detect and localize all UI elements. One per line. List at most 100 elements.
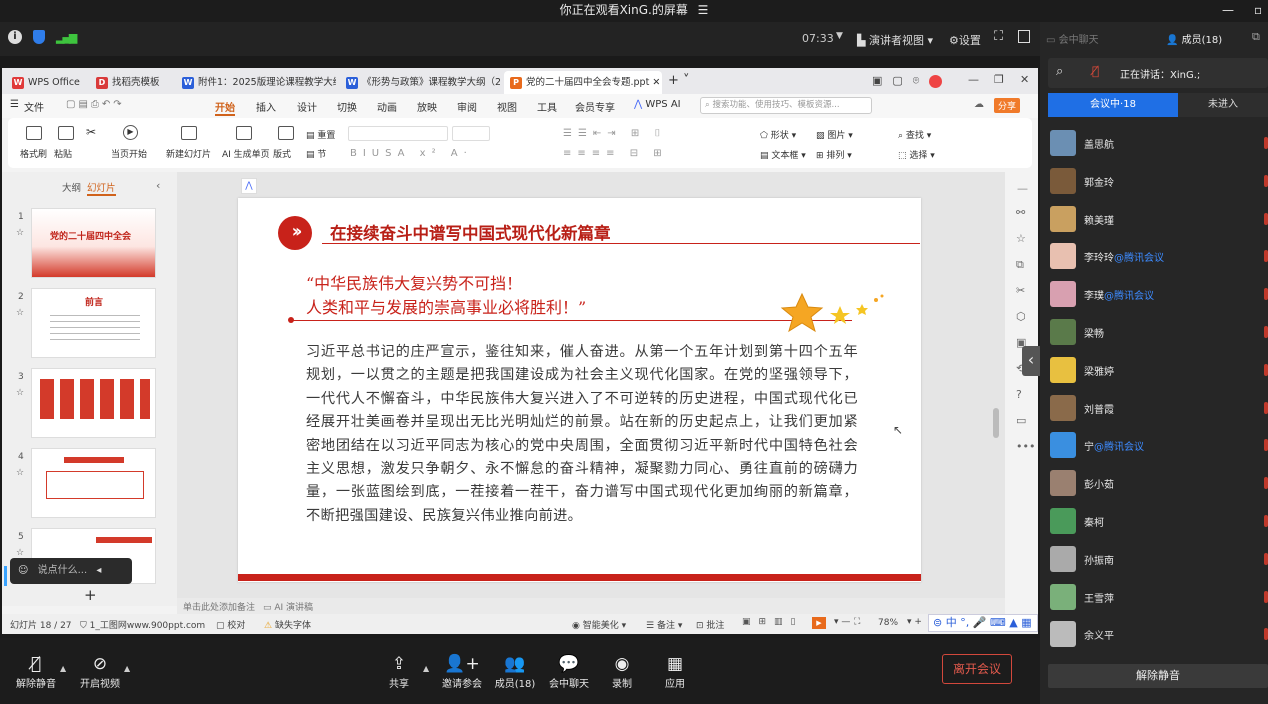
new-tab-button[interactable]: + ˅	[668, 73, 690, 88]
slide-thumbnail-1[interactable]: 党的二十届四中全会	[31, 208, 156, 278]
member-row[interactable]: 刘普霞	[1040, 390, 1268, 428]
member-row[interactable]: 余义平	[1040, 616, 1268, 654]
ime-toolbar[interactable]: ⊜ 中 °, 🎤 ⌨ ▲ ▦	[928, 614, 1038, 632]
layout-icon[interactable]	[278, 126, 294, 140]
close-window-button[interactable]: ✕	[1020, 73, 1029, 86]
chat-button[interactable]: 💬 会中聊天	[539, 653, 599, 690]
hamburger-icon[interactable]: ☰	[10, 99, 19, 110]
comment-button[interactable]: ⊡ 批注	[696, 618, 724, 631]
signal-icon[interactable]: ▂▄▆	[56, 31, 77, 44]
layout-icon[interactable]	[1018, 30, 1030, 43]
shape-button[interactable]: ⬠ 形状 ▾	[760, 128, 796, 141]
from-current-label[interactable]: 当页开始	[111, 147, 147, 160]
slides-tab[interactable]: 幻灯片	[87, 180, 116, 196]
search-icon[interactable]: ⌕	[1056, 64, 1063, 79]
star-icon[interactable]: ☆	[16, 548, 24, 558]
share-options-caret[interactable]: ▲	[423, 664, 429, 673]
format-brush-label[interactable]: 格式刷	[20, 147, 47, 160]
tab-doc-1[interactable]: W 附件1：2025版理论课程教学大纲	[176, 71, 336, 94]
sliders-icon[interactable]: ⚯	[1016, 206, 1025, 219]
tab-doc-2[interactable]: W 《形势与政策》课程教学大纲（2024	[340, 71, 500, 94]
tab-wps-office[interactable]: W WPS Office	[6, 71, 88, 94]
theme-name[interactable]: ⛉ 1_工图网www.900ppt.com	[80, 618, 205, 631]
member-row[interactable]: 郭金玲	[1040, 163, 1268, 201]
view-mode-icons[interactable]: ▣⊞▥▯	[742, 617, 804, 627]
menu-transition[interactable]: 切换	[337, 99, 357, 114]
member-row[interactable]: 王雪萍	[1040, 579, 1268, 617]
invite-button[interactable]: 👤+ 邀请参会	[432, 653, 492, 690]
notes-button[interactable]: ☰ 备注 ▾	[646, 618, 682, 631]
members-button[interactable]: 👥 成员(18)	[485, 653, 545, 690]
member-row[interactable]: 李玲玲@腾讯会议	[1040, 238, 1268, 276]
menu-insert[interactable]: 插入	[256, 99, 276, 114]
member-row[interactable]: 孙振南	[1040, 541, 1268, 579]
menu-tools[interactable]: 工具	[537, 99, 557, 114]
select-button[interactable]: ⬚ 选择 ▾	[898, 148, 935, 161]
slide-thumbnail-4[interactable]	[31, 448, 156, 518]
cut-icon[interactable]: ✂	[86, 125, 96, 139]
info-icon[interactable]: i	[8, 30, 22, 44]
member-row[interactable]: 梁畅	[1040, 314, 1268, 352]
collapse-icon[interactable]: ◂	[96, 565, 101, 576]
minimize-icon[interactable]: —	[1222, 0, 1234, 20]
tools-icon[interactable]: ✂	[1016, 284, 1025, 297]
share-button[interactable]: 分享	[994, 98, 1021, 113]
zoom-out[interactable]: ▾ —	[834, 617, 850, 627]
member-row[interactable]: 赖美瑾	[1040, 201, 1268, 239]
members-tab[interactable]: 👤 成员(18)	[1166, 31, 1222, 46]
fullscreen-icon[interactable]: ⛶	[994, 29, 1003, 44]
help-icon[interactable]: ?	[1016, 388, 1022, 401]
new-slide-icon[interactable]	[181, 126, 197, 140]
apps-button[interactable]: ▦ 应用	[645, 653, 705, 690]
avatar[interactable]	[929, 74, 943, 88]
tab-template[interactable]: D 找稻壳模板	[90, 71, 172, 94]
reset-button[interactable]: ▤ 重置	[306, 128, 335, 141]
menu-member[interactable]: 会员专享	[575, 99, 615, 114]
start-video-button[interactable]: ⊘ 开启视频	[70, 653, 130, 690]
comment-icon[interactable]: ▭	[1016, 414, 1026, 427]
arrange-button[interactable]: ⊞ 排列 ▾	[816, 148, 852, 161]
notes-placeholder[interactable]: 单击此处添加备注	[183, 600, 255, 613]
beautify-button[interactable]: ◉ 智能美化 ▾	[572, 618, 626, 631]
menu-animation[interactable]: 动画	[377, 99, 397, 114]
restore-button[interactable]: ❐	[994, 73, 1004, 86]
textbox-button[interactable]: ▤ 文本框 ▾	[760, 148, 806, 161]
paste-label[interactable]: 粘贴	[54, 147, 72, 160]
popout-icon[interactable]: ⧉	[1252, 30, 1260, 44]
leave-meeting-button[interactable]: 离开会议	[942, 654, 1012, 684]
mic-options-caret[interactable]: ▲	[60, 664, 66, 673]
chat-tab[interactable]: ▭ 会中聊天	[1046, 31, 1099, 46]
collapse-panel-icon[interactable]: ‹	[156, 179, 160, 192]
menu-icon[interactable]: ☰	[698, 3, 709, 17]
star-icon[interactable]: ☆	[16, 468, 24, 478]
share-screen-button[interactable]: ⇪ 共享	[369, 653, 429, 690]
collapse-icon[interactable]: —	[1017, 182, 1028, 195]
play-icon[interactable]: ▶	[123, 125, 138, 140]
proof-button[interactable]: ▢ 校对	[216, 618, 245, 631]
record-button[interactable]: ◉ 录制	[592, 653, 652, 690]
slide-thumbnail-3[interactable]	[31, 368, 156, 438]
settings-button[interactable]: ⚙设置	[949, 32, 981, 48]
unmute-button[interactable]: 🎙̸ 解除静音	[6, 653, 66, 690]
menu-design[interactable]: 设计	[297, 99, 317, 114]
slide-thumbnail-2[interactable]: 前言	[31, 288, 156, 358]
wps-ai-button[interactable]: ⋀ WPS AI	[634, 99, 681, 110]
search-box[interactable]: ⌕ 搜索功能、使用技巧、模板资源...	[700, 97, 872, 114]
fit-icon[interactable]: ⛶	[854, 617, 860, 627]
restore-icon[interactable]: ▫	[1254, 0, 1262, 20]
tab-in-meeting[interactable]: 会议中·18	[1048, 93, 1178, 117]
chevron-down-icon[interactable]: ▼	[836, 31, 843, 41]
layout-label[interactable]: 版式	[273, 147, 291, 160]
shapes-icon[interactable]: ⬡	[1016, 310, 1026, 323]
minimize-button[interactable]: —	[968, 73, 979, 86]
format-brush-icon[interactable]	[26, 126, 42, 140]
member-row[interactable]: 梁雅婷	[1040, 352, 1268, 390]
font-family-select[interactable]	[348, 126, 448, 141]
unmute-all-button[interactable]: 解除静音	[1048, 664, 1268, 688]
member-row[interactable]: 秦柯	[1040, 503, 1268, 541]
menu-slideshow[interactable]: 放映	[417, 99, 437, 114]
star-icon[interactable]: ☆	[16, 388, 24, 398]
member-row[interactable]: 彭小茹	[1040, 465, 1268, 503]
video-options-caret[interactable]: ▲	[124, 664, 130, 673]
member-row[interactable]: 盖思航	[1040, 125, 1268, 163]
